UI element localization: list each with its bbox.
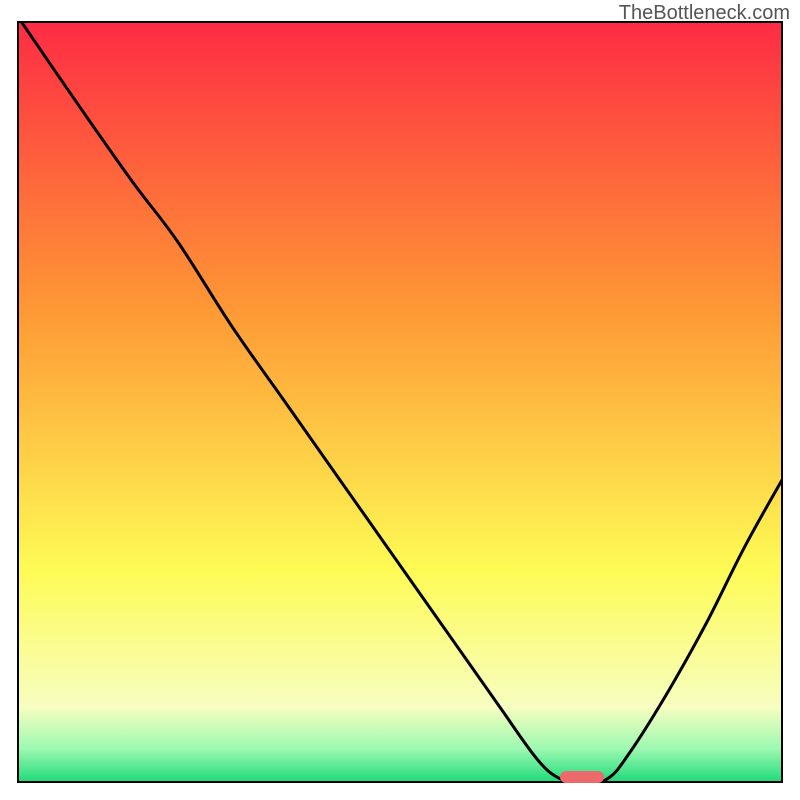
- chart-container: TheBottleneck.com: [0, 0, 800, 800]
- minimum-marker: [560, 771, 604, 783]
- chart-border: [17, 21, 783, 783]
